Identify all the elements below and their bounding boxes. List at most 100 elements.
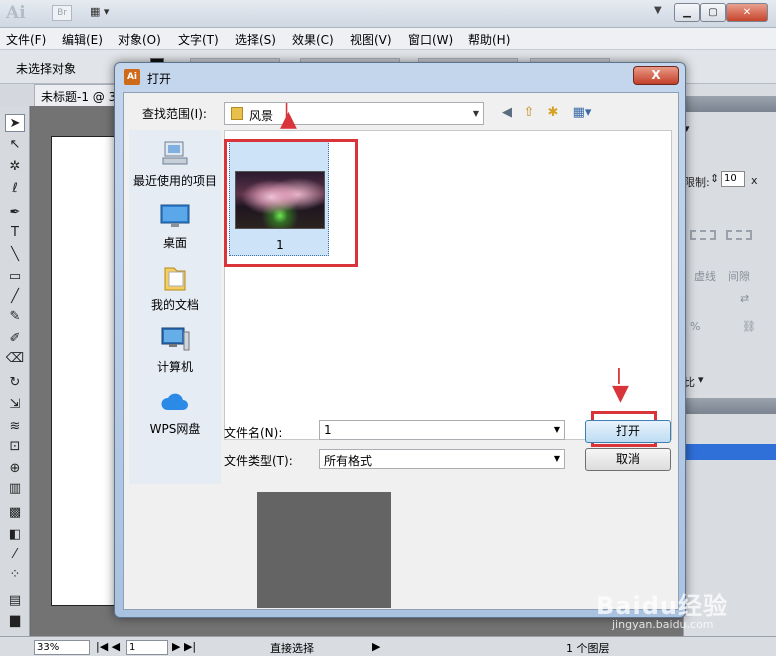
place-documents[interactable]: 我的文档 — [129, 264, 221, 313]
line-tool-icon[interactable]: ╲ — [5, 246, 25, 264]
scale-tool-icon[interactable]: ⇲ — [5, 396, 25, 414]
blend-tool-icon[interactable]: ⁘ — [5, 566, 25, 584]
gradient-tool-icon[interactable]: ◧ — [5, 526, 25, 544]
selection-tool-icon[interactable]: ➤ — [5, 114, 25, 132]
place-desktop[interactable]: 桌面 — [129, 202, 221, 251]
next-page-icon[interactable]: ▶ ▶| — [172, 640, 196, 653]
warp-tool-icon[interactable]: ≋ — [5, 418, 25, 436]
limit-spinner-icon[interactable]: ⇕ — [710, 172, 719, 185]
dash-swatch-1[interactable] — [690, 230, 716, 240]
magic-wand-tool-icon[interactable]: ✲ — [5, 158, 25, 176]
back-icon[interactable]: ◀ — [498, 104, 516, 122]
document-tab[interactable]: 未标题-1 @ 3 — [34, 84, 124, 106]
layers-panel-header[interactable] — [684, 398, 776, 414]
image-preview — [257, 492, 391, 608]
eraser-tool-icon[interactable]: ⌫ — [5, 350, 25, 368]
arrange-documents-icon[interactable]: ▦ ▾ — [90, 5, 122, 21]
recent-icon — [159, 140, 191, 168]
annotation-arrow-stem: | — [284, 102, 290, 118]
chevron-down-icon[interactable]: ▼ — [554, 454, 560, 463]
direct-selection-tool-icon[interactable]: ↖ — [5, 136, 25, 154]
menu-file[interactable]: 文件(F) — [6, 31, 46, 48]
eyedropper-tool-icon[interactable]: ⁄ — [5, 546, 25, 564]
menu-type[interactable]: 文字(T) — [178, 31, 219, 48]
selection-status: 未选择对象 — [16, 62, 77, 76]
zoom-field[interactable]: 33% — [34, 640, 90, 655]
first-page-icon[interactable]: |◀ ◀ — [96, 640, 120, 653]
baidu-watermark-url: jingyan.baidu.com — [612, 618, 714, 631]
cancel-button[interactable]: 取消 — [585, 448, 671, 471]
open-button[interactable]: 打开 — [585, 420, 671, 443]
menu-effect[interactable]: 效果(C) — [292, 31, 334, 48]
app-close-button[interactable]: ✕ — [726, 3, 768, 22]
place-computer[interactable]: 计算机 — [129, 326, 221, 375]
workspace-dropdown-icon[interactable]: ▼ — [654, 5, 662, 16]
illustrator-logo: Ai — [6, 3, 26, 23]
menu-window[interactable]: 窗口(W) — [408, 31, 453, 48]
symbol-sprayer-tool-icon[interactable]: ▤ — [5, 592, 25, 610]
dialog-app-icon: Ai — [124, 69, 140, 85]
menu-bar: 文件(F) 编辑(E) 对象(O) 文字(T) 选择(S) 效果(C) 视图(V… — [0, 28, 776, 50]
shape-builder-tool-icon[interactable]: ⊕ — [5, 460, 25, 478]
annotation-arrow-down-icon: ▼ — [612, 381, 629, 406]
pencil-tool-icon[interactable]: ✎ — [5, 308, 25, 326]
maximize-button[interactable]: ▢ — [700, 3, 726, 22]
bridge-button[interactable]: Br — [52, 5, 72, 21]
filename-label: 文件名(N): — [224, 426, 283, 440]
look-in-value: 风景 — [249, 109, 274, 123]
filetype-label: 文件类型(T): — [224, 454, 293, 468]
places-bar: 最近使用的项目 桌面 我的文档 计算机 WPS网盘 — [129, 130, 221, 484]
menu-object[interactable]: 对象(O) — [118, 31, 161, 48]
ratio-dropdown-icon[interactable]: ▾ — [698, 373, 704, 386]
right-panel-dock: ▾ 限制: ⇕ x 虚线 间隙 ⇄ % ⛓ 比 ▾ — [683, 84, 776, 636]
limit-input[interactable]: 10 — [721, 171, 745, 187]
swap-arrows-icon[interactable]: ⇄ — [740, 292, 749, 305]
free-transform-tool-icon[interactable]: ⊡ — [5, 438, 25, 456]
rotate-tool-icon[interactable]: ↻ — [5, 374, 25, 392]
place-wps-cloud[interactable]: WPS网盘 — [129, 388, 221, 437]
menu-edit[interactable]: 编辑(E) — [62, 31, 103, 48]
page-field[interactable]: 1 — [126, 640, 168, 655]
desktop-icon — [159, 202, 191, 230]
status-bar: 33% |◀ ◀ 1 ▶ ▶| 直接选择 ▶ 1 个图层 — [0, 636, 776, 656]
pen-tool-icon[interactable]: ✒ — [5, 204, 25, 222]
chevron-down-icon[interactable]: ▼ — [554, 425, 560, 434]
filetype-select[interactable]: 所有格式 ▼ — [319, 449, 565, 469]
new-folder-icon[interactable]: ✱ — [544, 104, 562, 122]
cloud-icon — [159, 388, 191, 416]
paintbrush-tool-icon[interactable]: ╱ — [5, 288, 25, 306]
status-menu-icon[interactable]: ▶ — [372, 640, 380, 653]
dialog-close-button[interactable]: X — [633, 66, 679, 85]
rectangle-tool-icon[interactable]: ▭ — [5, 268, 25, 286]
menu-select[interactable]: 选择(S) — [235, 31, 276, 48]
type-tool-icon[interactable]: T — [5, 224, 25, 242]
place-label: WPS网盘 — [149, 422, 201, 436]
minimize-button[interactable]: ▁ — [674, 3, 700, 22]
menu-help[interactable]: 帮助(H) — [468, 31, 510, 48]
limit-unit: x — [751, 174, 758, 187]
chevron-down-icon: ▼ — [472, 109, 479, 118]
menu-view[interactable]: 视图(V) — [350, 31, 392, 48]
app-titlebar: Ai Br ▦ ▾ ▼ ▁ ▢ ✕ — [0, 0, 776, 28]
up-folder-icon[interactable]: ⇧ — [520, 104, 538, 122]
place-label: 我的文档 — [150, 298, 199, 312]
layer-row[interactable] — [684, 444, 776, 460]
graph-tool-icon[interactable]: ▥ — [5, 480, 25, 498]
blob-brush-tool-icon[interactable]: ✐ — [5, 330, 25, 348]
view-menu-icon[interactable]: ▦▾ — [568, 104, 596, 122]
gap-label: 间隙 — [728, 270, 750, 283]
panel-header[interactable] — [684, 96, 776, 112]
mesh-tool-icon[interactable]: ▩ — [5, 504, 25, 522]
look-in-combo[interactable]: 风景 ▼ — [224, 102, 484, 125]
filename-input[interactable]: 1 ▼ — [319, 420, 565, 440]
column-graph-tool-icon[interactable]: ▆ — [5, 612, 25, 630]
dialog-title: 打开 — [147, 72, 172, 86]
layer-count: 1 个图层 — [566, 642, 610, 655]
lasso-tool-icon[interactable]: ℓ — [5, 180, 25, 198]
place-recent[interactable]: 最近使用的项目 — [129, 140, 221, 189]
baidu-watermark: Baidu经验 — [596, 592, 728, 620]
link-icon[interactable]: ⛓ — [742, 320, 756, 333]
dash-swatch-2[interactable] — [726, 230, 752, 240]
dialog-body: 查找范围(I): 风景 ▼ ◀ ⇧ ✱ ▦▾ 最近使用的项目 桌面 我的文档 计… — [123, 92, 679, 610]
place-label: 最近使用的项目 — [132, 174, 217, 188]
